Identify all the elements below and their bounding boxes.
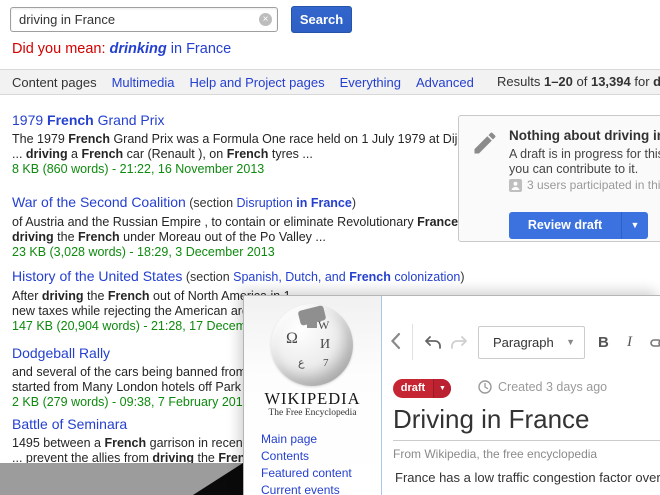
paragraph-style-dropdown[interactable]: Paragraph ▼ xyxy=(478,326,585,359)
search-input[interactable] xyxy=(10,7,278,32)
result-title-link[interactable]: History of the United States (section Sp… xyxy=(12,268,657,286)
sidebar-link-contents[interactable]: Contents xyxy=(261,448,352,465)
pencil-icon xyxy=(471,129,499,157)
draft-participants: 3 users participated in this dra xyxy=(509,178,660,192)
chevron-down-icon[interactable]: ▼ xyxy=(434,379,451,398)
did-you-mean: Did you mean: drinking in France xyxy=(12,41,231,57)
tab-content-pages[interactable]: Content pages xyxy=(12,75,97,90)
result-section-link[interactable]: (section Disruption in France) xyxy=(186,196,356,210)
created-text: Created 3 days ago xyxy=(498,380,607,394)
article-subtitle: From Wikipedia, the free encyclopedia xyxy=(393,447,597,461)
users-icon xyxy=(509,179,522,192)
redo-icon[interactable] xyxy=(450,336,468,350)
clear-search-icon[interactable]: × xyxy=(259,13,272,26)
draft-panel-body-line1: A draft is in progress for this top xyxy=(509,147,660,162)
tab-help-and-project-pages[interactable]: Help and Project pages xyxy=(189,75,324,90)
wikipedia-tagline: The Free Encyclopedia xyxy=(244,408,381,418)
did-you-mean-label: Did you mean: xyxy=(12,41,110,57)
wiki-sidebar: Ω W И 7 ع WIKIPEDIA The Free Encyclopedi… xyxy=(244,296,381,495)
link-icon[interactable] xyxy=(650,336,660,350)
sidebar-link-main-page[interactable]: Main page xyxy=(261,431,352,448)
wiki-sidebar-links: Main pageContentsFeatured contentCurrent… xyxy=(261,431,352,495)
tab-advanced[interactable]: Advanced xyxy=(416,75,474,90)
editor-toolbar: Paragraph ▼ B I xyxy=(382,296,660,369)
tab-multimedia[interactable]: Multimedia xyxy=(112,75,175,90)
draft-panel-heading: Nothing about driving in F xyxy=(509,128,660,143)
draft-notice-panel: Nothing about driving in F A draft is in… xyxy=(458,115,660,242)
wikipedia-search-page: × Search Did you mean: drinking in Franc… xyxy=(0,0,660,495)
sidebar-link-current-events[interactable]: Current events xyxy=(261,482,352,495)
created-timestamp: Created 3 days ago xyxy=(478,380,607,394)
clock-icon xyxy=(478,380,492,394)
back-chevron-icon[interactable] xyxy=(390,332,401,350)
draft-participants-text: 3 users participated in this dra xyxy=(527,178,660,192)
did-you-mean-suggestion-link[interactable]: drinking xyxy=(110,41,167,57)
draft-panel-body: A draft is in progress for this top you … xyxy=(509,147,660,177)
italic-button[interactable]: I xyxy=(627,334,632,351)
review-draft-button[interactable]: Review draft ▼ xyxy=(509,212,648,239)
toolbar-divider xyxy=(412,324,413,360)
did-you-mean-suggestion-rest[interactable]: in France xyxy=(167,41,231,57)
review-draft-label: Review draft xyxy=(509,212,621,239)
undo-icon[interactable] xyxy=(424,336,442,350)
draft-panel-body-line2: you can contribute to it. xyxy=(509,162,660,177)
editor-content: draft ▼ Created 3 days ago Driving in Fr… xyxy=(382,368,660,495)
wikipedia-globe-logo: Ω W И 7 ع xyxy=(271,304,353,386)
bold-button[interactable]: B xyxy=(598,334,609,351)
tab-everything[interactable]: Everything xyxy=(340,75,401,90)
result-meta: 23 KB (3,028 words) - 18:29, 3 December … xyxy=(12,245,657,260)
draft-status-badge[interactable]: draft ▼ xyxy=(393,379,451,398)
search-button[interactable]: Search xyxy=(291,6,352,33)
sidebar-link-featured-content[interactable]: Featured content xyxy=(261,465,352,482)
chevron-down-icon[interactable]: ▼ xyxy=(622,212,648,239)
wikipedia-wordmark: WIKIPEDIA xyxy=(244,389,381,409)
chevron-down-icon: ▼ xyxy=(566,327,575,358)
draft-badge-label: draft xyxy=(393,379,433,398)
result-section-link[interactable]: (section Spanish, Dutch, and French colo… xyxy=(182,270,464,284)
paragraph-style-label: Paragraph xyxy=(493,327,554,358)
globe-puzzle-piece xyxy=(307,320,317,328)
article-body-text[interactable]: France has a low traffic congestion fact… xyxy=(395,470,660,485)
article-title: Driving in France xyxy=(393,404,590,435)
title-rule xyxy=(393,440,660,441)
draft-editor-overlay: Ω W И 7 ع WIKIPEDIA The Free Encyclopedi… xyxy=(243,295,660,495)
tab-bar-items: Content pages Multimedia Help and Project … xyxy=(12,70,474,94)
results-summary: Results 1–20 of 13,394 for driving xyxy=(497,70,660,94)
search-filter-bar: Content pages Multimedia Help and Project … xyxy=(0,69,660,95)
